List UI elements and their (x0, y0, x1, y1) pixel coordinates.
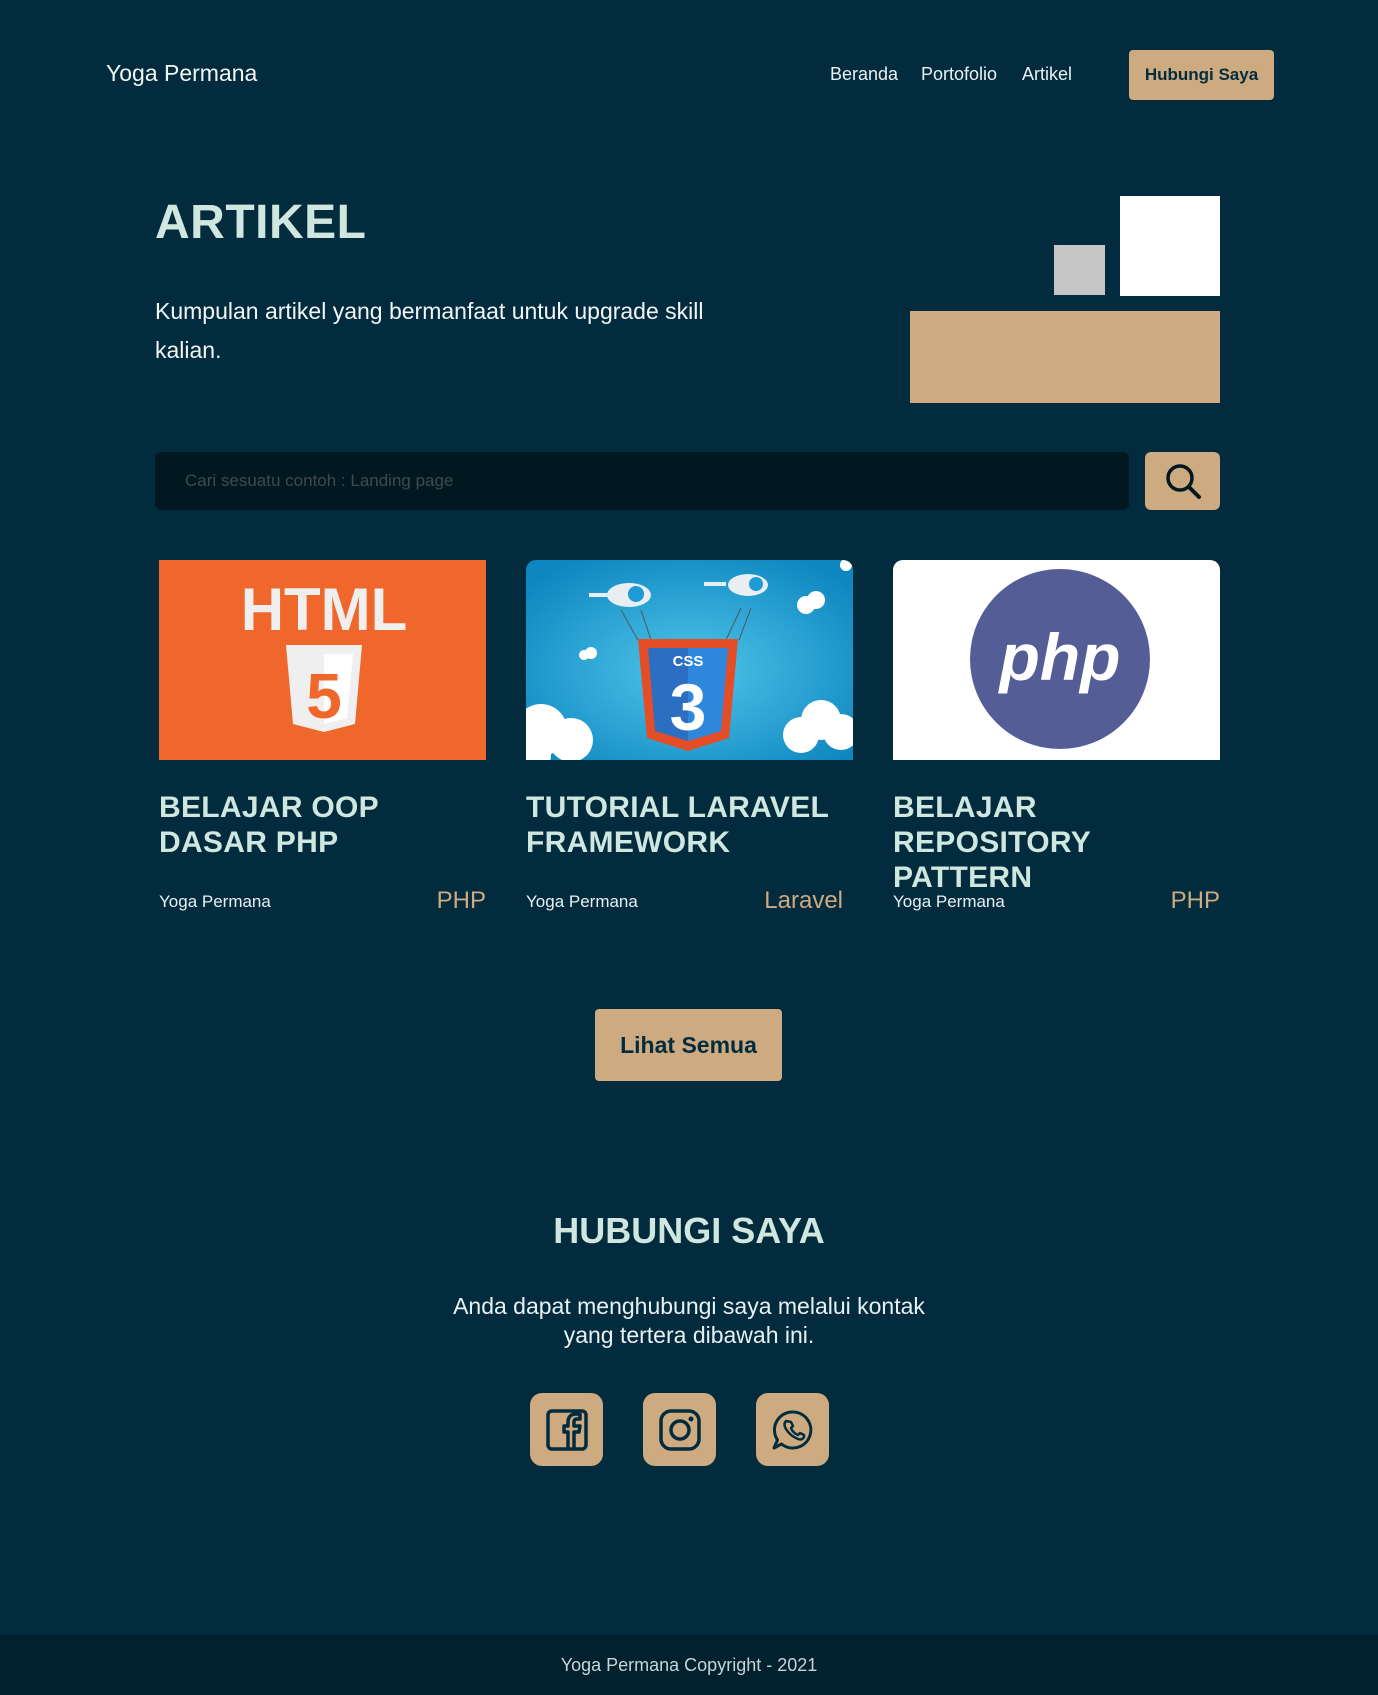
html5-logo-number: 5 (306, 660, 342, 732)
article-card[interactable]: HTML 5 BELAJAR OOP DASAR PHP Yoga Perman… (159, 560, 486, 920)
article-card[interactable]: php BELAJAR REPOSITORY PATTERN Yoga Perm… (893, 560, 1220, 920)
search-input[interactable]: Cari sesuatu contoh : Landing page (155, 452, 1129, 510)
css3-logo-text: CSS (673, 653, 704, 670)
article-author: Yoga Permana (893, 892, 1005, 911)
instagram-icon (658, 1408, 701, 1451)
nav-link-artikel[interactable]: Artikel (1022, 64, 1072, 85)
article-title[interactable]: TUTORIAL LARAVEL FRAMEWORK (526, 790, 853, 860)
decoration-tan-block (910, 311, 1220, 403)
page-subtitle: Kumpulan artikel yang bermanfaat untuk u… (155, 298, 704, 363)
article-tag: PHP (1170, 887, 1220, 914)
page-title: ARTIKEL (155, 196, 367, 249)
facebook-icon (545, 1408, 588, 1451)
html5-logo-text: HTML (241, 576, 408, 643)
search-button[interactable] (1145, 452, 1220, 510)
whatsapp-button[interactable] (756, 1393, 829, 1466)
php-logo: php (893, 560, 1220, 760)
nav-link-beranda[interactable]: Beranda (830, 64, 898, 85)
css3-logo-number: 3 (670, 670, 707, 744)
footer: Yoga Permana Copyright - 2021 (0, 1635, 1378, 1695)
contact-subtitle: Anda dapat menghubungi saya melalui kont… (453, 1293, 925, 1348)
contact-title: HUBUNGI SAYA (553, 1210, 825, 1251)
article-author: Yoga Permana (526, 892, 638, 911)
nav-link-portofolio[interactable]: Portofolio (921, 64, 997, 85)
article-title[interactable]: BELAJAR OOP DASAR PHP (159, 790, 486, 860)
instagram-button[interactable] (643, 1393, 716, 1466)
article-tag: Laravel (764, 887, 843, 914)
search-icon (1165, 464, 1201, 499)
article-author: Yoga Permana (159, 892, 271, 911)
css3-logo: CSS 3 (526, 560, 853, 760)
navbar: Yoga Permana Beranda Portofolio Artikel … (0, 0, 1378, 150)
article-card[interactable]: CSS 3 TUTORIAL LARAVEL FRAMEWORK Yoga Pe… (526, 560, 853, 920)
search-placeholder: Cari sesuatu contoh : Landing page (185, 471, 454, 490)
copyright-text: Yoga Permana Copyright - 2021 (560, 1654, 818, 1675)
decoration-gray-square (1054, 245, 1105, 295)
html5-logo: HTML 5 (159, 560, 486, 760)
article-tag: PHP (436, 887, 486, 914)
decoration-white-square (1120, 196, 1220, 296)
see-all-button[interactable]: Lihat Semua (595, 1009, 782, 1081)
whatsapp-icon (772, 1409, 812, 1449)
brand-name[interactable]: Yoga Permana (106, 60, 257, 87)
facebook-button[interactable] (530, 1393, 603, 1466)
contact-me-button[interactable]: Hubungi Saya (1129, 50, 1274, 100)
php-logo-text: php (998, 620, 1121, 694)
article-title[interactable]: BELAJAR REPOSITORY PATTERN (893, 790, 1220, 895)
